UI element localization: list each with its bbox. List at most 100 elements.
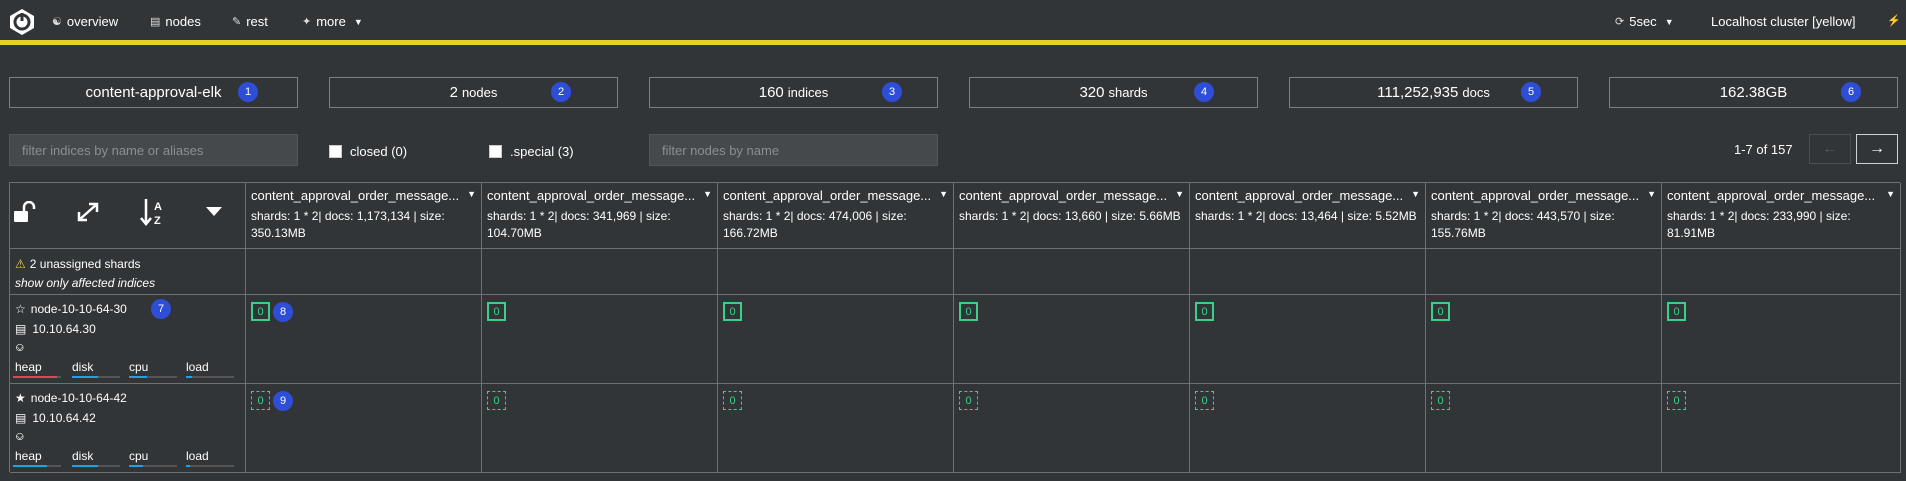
cpu-label: cpu (129, 449, 149, 463)
disconnect-plug-icon[interactable]: ⚡ (1887, 14, 1901, 27)
shard-cell: 0 (718, 295, 954, 384)
shard-cell: 0 (954, 295, 1190, 384)
replica-shard[interactable]: 0 (487, 391, 506, 410)
replica-shard[interactable]: 0 (1667, 391, 1686, 410)
hdd-icon: ▤ (15, 411, 27, 425)
index-name[interactable]: content_approval_order_message... (487, 188, 699, 203)
closed-checkbox[interactable]: closed (0) (329, 144, 407, 159)
primary-shard[interactable]: 0 (1431, 302, 1450, 321)
unassigned-cell (1190, 249, 1426, 295)
node-ip: 10.10.64.42 (32, 411, 96, 425)
unassigned-cell (1662, 249, 1901, 295)
primary-shard[interactable]: 0 (1195, 302, 1214, 321)
nav-nodes[interactable]: ▤ nodes (150, 14, 201, 29)
replica-shard[interactable]: 0 (959, 391, 978, 410)
nav-rest[interactable]: ✎ rest (232, 14, 268, 29)
indices-unit: indices (787, 85, 829, 100)
sort-alpha-icon[interactable]: A Z (140, 197, 168, 227)
badge-4: 4 (1194, 82, 1214, 102)
node-name[interactable]: node-10-10-64-30 (31, 302, 127, 316)
shard-cell: 0 (1662, 295, 1901, 384)
cluster-name-link[interactable]: Localhost cluster [yellow] (1711, 14, 1856, 29)
chevron-down-icon[interactable]: ▼ (939, 189, 948, 199)
nav-more[interactable]: ✦ more ▼ (302, 14, 363, 29)
chevron-down-icon[interactable]: ▼ (703, 189, 712, 199)
primary-shard[interactable]: 0 (723, 302, 742, 321)
unlock-icon[interactable] (13, 201, 37, 223)
index-header[interactable]: content_approval_order_message... ▼ shar… (482, 183, 718, 249)
shards-count: 320 (1079, 84, 1105, 101)
svg-text:Z: Z (154, 215, 161, 227)
expand-icon[interactable] (76, 201, 100, 223)
index-info: shards: 1 * 2| docs: 341,969 | size: 104… (487, 209, 671, 240)
node-name-row[interactable]: ☆ node-10-10-64-30 (15, 302, 127, 316)
refresh-icon: ⟳ (1615, 16, 1625, 28)
nav-overview[interactable]: ☯ overview (52, 14, 118, 29)
show-affected-indices-link[interactable]: show only affected indices (15, 276, 155, 290)
index-header[interactable]: content_approval_order_message... ▼ shar… (954, 183, 1190, 249)
unassigned-cell (246, 249, 482, 295)
disk-label: disk (72, 360, 94, 374)
filter-nodes-input[interactable] (649, 134, 938, 166)
node-name[interactable]: node-10-10-64-42 (31, 391, 127, 405)
indices-count: 160 (758, 84, 784, 101)
index-info: shards: 1 * 2| docs: 13,464 | size: 5.52… (1195, 209, 1417, 223)
index-name[interactable]: content_approval_order_message... (1431, 188, 1643, 203)
chevron-down-icon[interactable]: ▼ (1175, 189, 1184, 199)
special-checkbox-box[interactable] (489, 145, 502, 158)
node-ip: 10.10.64.30 (32, 322, 96, 336)
svg-text:A: A (154, 201, 162, 213)
index-name[interactable]: content_approval_order_message... (1667, 188, 1879, 203)
hdd-icon: ▤ (15, 322, 27, 336)
shards-unit: shards (1108, 85, 1148, 100)
replica-shard[interactable]: 0 (1195, 391, 1214, 410)
primary-shard[interactable]: 0 (959, 302, 978, 321)
heap-bar (13, 376, 61, 378)
unassigned-shards-cell: ⚠ 2 unassigned shards show only affected… (10, 249, 246, 295)
sitemap-icon: ☯ (52, 16, 62, 28)
index-name[interactable]: content_approval_order_message... (959, 188, 1171, 203)
chevron-down-icon[interactable]: ▼ (1647, 189, 1656, 199)
server-icon: ▤ (150, 16, 161, 28)
closed-checkbox-box[interactable] (329, 145, 342, 158)
index-name[interactable]: content_approval_order_message... (1195, 188, 1407, 203)
prev-page-button[interactable]: ← (1809, 134, 1851, 164)
next-page-button[interactable]: → (1856, 134, 1898, 164)
index-header[interactable]: content_approval_order_message... ▼ shar… (718, 183, 954, 249)
index-header[interactable]: content_approval_order_message... ▼ shar… (246, 183, 482, 249)
primary-shard[interactable]: 0 (251, 302, 270, 321)
cerebro-logo-icon[interactable] (8, 8, 36, 36)
special-checkbox-label: .special (3) (510, 144, 574, 159)
index-name[interactable]: content_approval_order_message... (251, 188, 463, 203)
index-header[interactable]: content_approval_order_message... ▼ shar… (1190, 183, 1426, 249)
heap-label: heap (15, 449, 42, 463)
index-header[interactable]: content_approval_order_message... ▼ shar… (1662, 183, 1901, 249)
disk-bar (72, 465, 120, 467)
replica-shard[interactable]: 0 (251, 391, 270, 410)
filter-indices-input[interactable] (9, 134, 298, 166)
shard-cell: 0 (1190, 295, 1426, 384)
primary-shard[interactable]: 0 (1667, 302, 1686, 321)
replica-shard[interactable]: 0 (723, 391, 742, 410)
special-checkbox[interactable]: .special (3) (489, 144, 574, 159)
chevron-down-icon[interactable]: ▼ (1886, 189, 1895, 199)
index-header[interactable]: content_approval_order_message... ▼ shar… (1426, 183, 1662, 249)
stat-nodes: 2 nodes (329, 77, 618, 108)
shard-cell: 0 (1426, 295, 1662, 384)
node-ip-row: ▤ 10.10.64.42 (15, 411, 96, 425)
pagination-info: 1-7 of 157 (1734, 142, 1793, 157)
chevron-down-icon[interactable]: ▼ (1411, 189, 1420, 199)
node-name-row[interactable]: ★ node-10-10-64-42 (15, 391, 127, 405)
refresh-interval-label: 5sec (1629, 14, 1657, 29)
index-info: shards: 1 * 2| docs: 13,660 | size: 5.66… (959, 209, 1181, 223)
load-bar (186, 465, 234, 467)
unassigned-cell (482, 249, 718, 295)
primary-shard[interactable]: 0 (487, 302, 506, 321)
unassigned-count: 2 unassigned shards (29, 257, 141, 271)
badge-6: 6 (1841, 82, 1861, 102)
index-name[interactable]: content_approval_order_message... (723, 188, 935, 203)
chevron-down-icon[interactable] (206, 207, 222, 217)
replica-shard[interactable]: 0 (1431, 391, 1450, 410)
refresh-interval-dropdown[interactable]: ⟳ 5sec ▼ (1615, 14, 1674, 29)
chevron-down-icon[interactable]: ▼ (467, 189, 476, 199)
